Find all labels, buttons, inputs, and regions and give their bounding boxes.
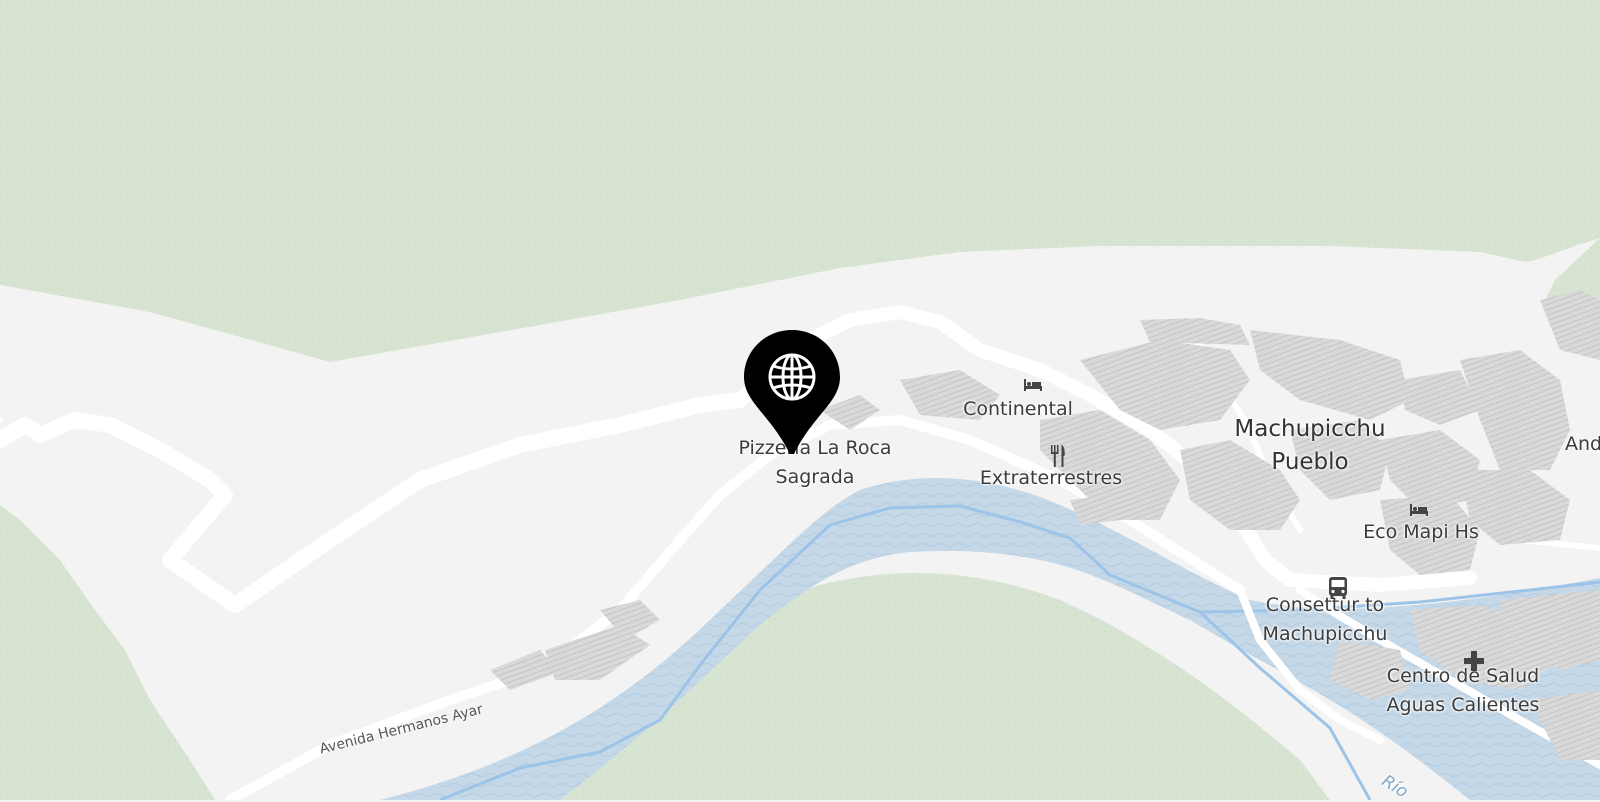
cross-icon: [1464, 651, 1484, 671]
label-continental[interactable]: Continental: [948, 395, 1088, 424]
bus-icon: [1329, 577, 1347, 599]
label-eco-mapi[interactable]: Eco Mapi Hs: [1346, 518, 1496, 547]
label-consettur[interactable]: Consettur to Machupicchu: [1255, 591, 1395, 649]
label-town[interactable]: Machupicchu Pueblo: [1230, 413, 1390, 479]
label-extraterrestres[interactable]: Extraterrestres: [966, 464, 1136, 493]
label-edge[interactable]: And: [1565, 430, 1600, 459]
fork-knife-icon: [1051, 445, 1065, 467]
bed-icon: [1024, 379, 1042, 391]
globe-pin-icon[interactable]: [744, 330, 840, 456]
bed-icon: [1410, 504, 1428, 516]
